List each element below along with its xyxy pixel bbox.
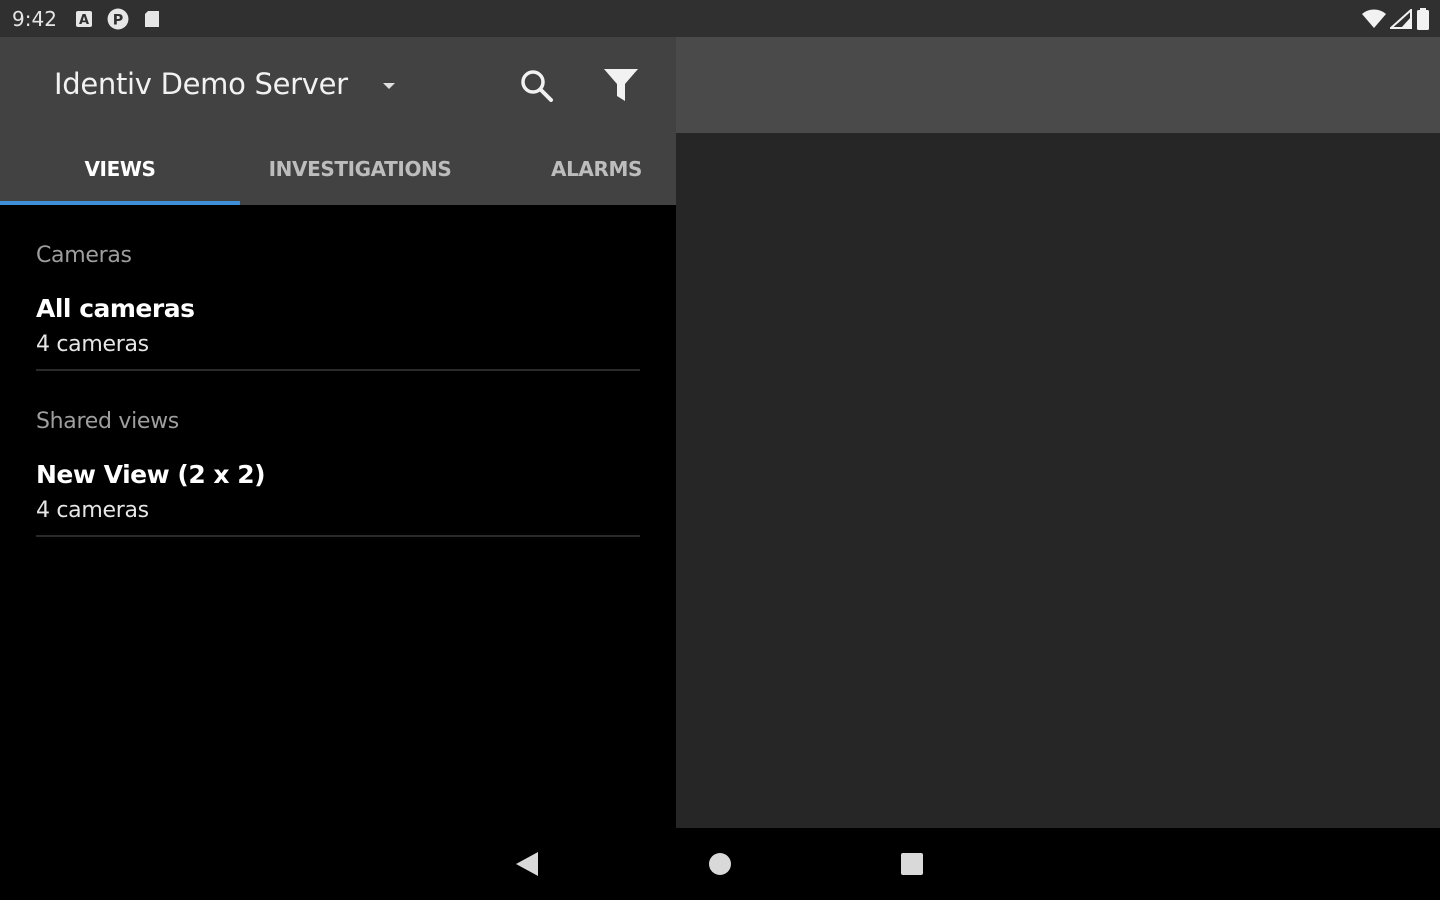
section-label-cameras: Cameras: [36, 243, 132, 268]
divider: [36, 369, 640, 371]
wifi-icon: [1362, 9, 1386, 28]
status-time: 9:42: [12, 6, 57, 31]
status-right: [1362, 0, 1430, 37]
detail-toolbar: [676, 37, 1440, 133]
cell-signal-icon: [1390, 8, 1412, 29]
back-icon[interactable]: [514, 850, 540, 878]
svg-text:A: A: [79, 13, 89, 28]
divider: [36, 535, 640, 537]
tab-views[interactable]: VIEWS: [0, 133, 240, 205]
battery-icon: [1417, 7, 1429, 30]
search-icon[interactable]: [518, 67, 554, 103]
sd-card-icon: [144, 10, 159, 27]
list-item-title: New View (2 x 2): [36, 460, 266, 489]
recents-icon[interactable]: [900, 852, 924, 876]
tab-alarms-label: ALARMS: [550, 157, 642, 181]
tab-bar: VIEWS INVESTIGATIONS ALARMS: [0, 133, 676, 205]
a-box-icon: A: [75, 10, 92, 28]
status-left: 9:42 A P: [0, 7, 161, 31]
tab-views-label: VIEWS: [84, 157, 156, 181]
list-item-subtitle: 4 cameras: [36, 332, 149, 357]
home-icon[interactable]: [708, 852, 732, 876]
list-item-title: All cameras: [36, 294, 195, 323]
status-bar: 9:42 A P: [0, 0, 1440, 37]
svg-text:P: P: [113, 12, 123, 28]
tab-alarms[interactable]: ALARMS: [480, 133, 676, 205]
parking-icon: P: [107, 8, 129, 29]
navigation-bar: [0, 828, 1440, 900]
app-bar: Identiv Demo Server VIEWS INVESTIGATIONS…: [0, 37, 676, 205]
server-selector-title[interactable]: Identiv Demo Server: [54, 67, 348, 101]
section-label-shared-views: Shared views: [36, 409, 179, 434]
views-list: Cameras All cameras 4 cameras Shared vie…: [0, 205, 676, 828]
tab-investigations-label: INVESTIGATIONS: [268, 157, 452, 181]
filter-icon[interactable]: [602, 67, 640, 103]
tab-investigations[interactable]: INVESTIGATIONS: [240, 133, 480, 205]
detail-pane: [676, 133, 1440, 828]
dropdown-icon[interactable]: [380, 81, 398, 91]
list-item-subtitle: 4 cameras: [36, 498, 149, 523]
